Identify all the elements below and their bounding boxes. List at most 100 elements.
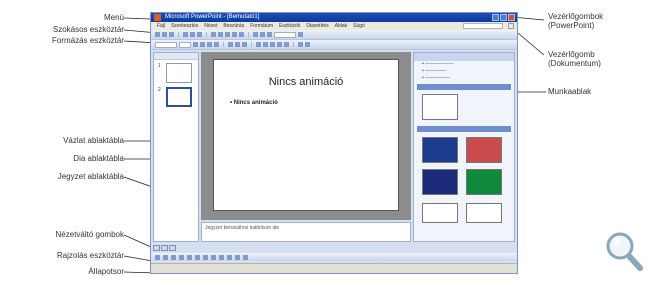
chart-icon[interactable] bbox=[253, 32, 258, 37]
formatting-toolbar bbox=[151, 40, 517, 50]
align-center-icon[interactable] bbox=[235, 42, 240, 47]
rectangle-icon[interactable] bbox=[195, 254, 200, 260]
label-menu: Menü bbox=[103, 13, 124, 22]
underline-icon[interactable] bbox=[207, 42, 212, 47]
oval-icon[interactable] bbox=[203, 254, 208, 260]
fill-color-icon[interactable] bbox=[227, 254, 232, 260]
label-status-bar: Állapotsor bbox=[88, 267, 124, 276]
bullets-icon[interactable] bbox=[263, 42, 268, 47]
status-bar bbox=[151, 263, 517, 273]
italic-icon[interactable] bbox=[200, 42, 205, 47]
copy-icon[interactable] bbox=[218, 32, 223, 37]
task-pane-header[interactable] bbox=[414, 53, 514, 61]
font-color-icon[interactable] bbox=[243, 254, 248, 260]
slide-bullet[interactable]: • Nincs animáció bbox=[230, 100, 278, 106]
draw-menu-icon[interactable] bbox=[155, 254, 160, 260]
font-shrink-icon[interactable] bbox=[277, 42, 282, 47]
align-left-icon[interactable] bbox=[228, 42, 233, 47]
design-template-thumb[interactable] bbox=[466, 137, 502, 163]
undo-icon[interactable] bbox=[232, 32, 237, 37]
restore-button[interactable] bbox=[500, 14, 507, 21]
menu-item-help[interactable]: Súgó bbox=[353, 22, 365, 30]
powerpoint-app-icon bbox=[154, 14, 161, 21]
outline-pane[interactable]: 1 2 bbox=[153, 52, 199, 242]
font-size-select[interactable] bbox=[179, 41, 191, 48]
outline-slides-tabs[interactable] bbox=[154, 53, 198, 60]
menu-item-tools[interactable]: Eszközök bbox=[279, 22, 300, 30]
autoshapes-icon[interactable] bbox=[171, 254, 176, 260]
design-template-thumb[interactable] bbox=[422, 137, 458, 163]
design-template-thumb[interactable] bbox=[466, 169, 502, 195]
print-icon[interactable] bbox=[183, 32, 188, 37]
zoom-select[interactable] bbox=[274, 31, 296, 38]
menu-item-edit[interactable]: Szerkesztés bbox=[171, 22, 198, 30]
label-outline-pane: Vázlat ablaktábla bbox=[63, 136, 124, 145]
magnifier-icon[interactable] bbox=[603, 229, 645, 273]
toolbar-separator bbox=[248, 32, 249, 37]
numbering-icon[interactable] bbox=[256, 42, 261, 47]
paste-icon[interactable] bbox=[225, 32, 230, 37]
preview-icon[interactable] bbox=[190, 32, 195, 37]
slide-title[interactable]: Nincs animáció bbox=[214, 76, 398, 88]
menu-item-slideshow[interactable]: Diavetítés bbox=[306, 22, 328, 30]
menu-item-view[interactable]: Nézet bbox=[204, 22, 217, 30]
label-drawing-toolbar: Rajzolás eszköztár bbox=[56, 251, 124, 260]
shadow-icon[interactable] bbox=[214, 42, 219, 47]
label-standard-toolbar: Szokásos eszköztár bbox=[52, 25, 124, 34]
work-area: 1 2 Nincs animáció • Nincs animáció Jegy… bbox=[151, 50, 517, 261]
bold-icon[interactable] bbox=[193, 42, 198, 47]
slide-canvas[interactable]: Nincs animáció • Nincs animáció bbox=[213, 59, 399, 211]
slide-thumbnail-selected[interactable] bbox=[166, 87, 192, 107]
open-icon[interactable] bbox=[162, 32, 167, 37]
document-close-button[interactable] bbox=[508, 23, 514, 29]
ask-question-input[interactable] bbox=[463, 23, 503, 29]
menu-item-format[interactable]: Formátum bbox=[250, 22, 273, 30]
design-icon[interactable] bbox=[298, 42, 303, 47]
new-icon[interactable] bbox=[155, 32, 160, 37]
select-arrow-icon[interactable] bbox=[163, 254, 168, 260]
slide-sorter-button[interactable] bbox=[161, 245, 168, 251]
design-template-thumb[interactable] bbox=[466, 203, 502, 223]
cut-icon[interactable] bbox=[211, 32, 216, 37]
font-grow-icon[interactable] bbox=[270, 42, 275, 47]
minimize-button[interactable] bbox=[492, 14, 499, 21]
task-pane-section bbox=[417, 126, 511, 132]
close-button[interactable] bbox=[508, 14, 515, 21]
redo-icon[interactable] bbox=[239, 32, 244, 37]
label-doc-control-line2: (Dokumentum) bbox=[548, 59, 601, 68]
slide-thumbnail[interactable] bbox=[166, 63, 192, 83]
task-pane-link[interactable]: ▪ ────── bbox=[414, 68, 514, 75]
help-icon[interactable] bbox=[298, 32, 303, 37]
toolbar-separator bbox=[178, 32, 179, 37]
font-color-icon[interactable] bbox=[284, 42, 289, 47]
task-pane-link[interactable]: ▪ ──────── bbox=[414, 61, 514, 68]
wordart-icon[interactable] bbox=[219, 254, 224, 260]
design-template-thumb[interactable] bbox=[422, 203, 458, 223]
label-view-buttons: Nézetváltó gombok bbox=[55, 230, 124, 239]
label-doc-control-button: Vezérlőgomb (Dokumentum) bbox=[548, 50, 601, 68]
design-template-thumb[interactable] bbox=[422, 94, 458, 120]
menu-item-file[interactable]: Fájl bbox=[157, 22, 165, 30]
align-right-icon[interactable] bbox=[242, 42, 247, 47]
table-icon[interactable] bbox=[260, 32, 265, 37]
notes-pane[interactable]: Jegyzet beírásához kattintson ide bbox=[201, 222, 411, 242]
spelling-icon[interactable] bbox=[197, 32, 202, 37]
font-select[interactable] bbox=[155, 41, 177, 48]
normal-view-button[interactable] bbox=[153, 245, 160, 251]
new-slide-icon[interactable] bbox=[305, 42, 310, 47]
arrow-icon[interactable] bbox=[187, 254, 192, 260]
menu-item-window[interactable]: Ablak bbox=[335, 22, 348, 30]
toolbar-separator bbox=[293, 42, 294, 47]
textbox-icon[interactable] bbox=[211, 254, 216, 260]
label-app-control-buttons: Vezérlőgombok (PowerPoint) bbox=[548, 12, 603, 30]
design-template-thumb[interactable] bbox=[422, 169, 458, 195]
slideshow-button[interactable] bbox=[169, 245, 176, 251]
line-icon[interactable] bbox=[179, 254, 184, 260]
task-pane-link[interactable]: ▪ ─────── bbox=[414, 75, 514, 82]
picture-icon[interactable] bbox=[267, 32, 272, 37]
save-icon[interactable] bbox=[169, 32, 174, 37]
toolbar-separator bbox=[206, 32, 207, 37]
line-color-icon[interactable] bbox=[235, 254, 240, 260]
menu-bar: Fájl Szerkesztés Nézet Beszúrás Formátum… bbox=[151, 22, 517, 30]
menu-item-insert[interactable]: Beszúrás bbox=[223, 22, 244, 30]
